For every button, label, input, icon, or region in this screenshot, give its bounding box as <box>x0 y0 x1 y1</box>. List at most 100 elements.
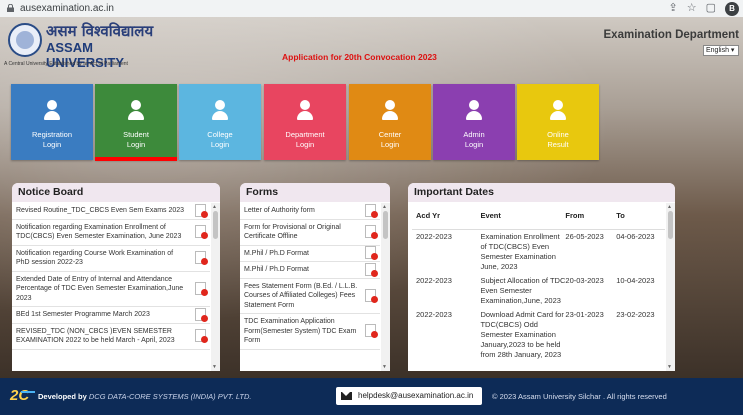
form-item[interactable]: Form for Provisional or Original Certifi… <box>240 220 380 246</box>
forms-panel: Forms Letter of Authority form Form for P… <box>240 183 390 371</box>
login-tile[interactable]: Center Login <box>349 84 431 160</box>
login-tile[interactable]: Student Login <box>95 84 177 160</box>
scroll-up-icon[interactable]: ▲ <box>382 204 387 210</box>
dates-cell: 2022-2023 <box>416 232 452 241</box>
login-tile[interactable]: Admin Login <box>433 84 515 160</box>
dates-cell: 23-02-2023 <box>616 310 655 319</box>
lock-icon <box>7 4 14 12</box>
user-icon <box>128 100 144 120</box>
login-tile[interactable]: Department Login <box>264 84 346 160</box>
university-emblem-icon <box>8 23 42 57</box>
user-icon <box>44 100 60 120</box>
dates-cell: 23-01-2023 <box>565 310 604 319</box>
user-icon <box>550 100 566 120</box>
profile-avatar[interactable]: B <box>725 1 739 16</box>
user-icon <box>297 100 313 120</box>
share-icon[interactable]: ⇪ <box>669 1 678 16</box>
pdf-icon[interactable] <box>365 203 378 218</box>
pdf-icon[interactable] <box>195 281 208 296</box>
browser-toolbar: ausexamination.ac.in ⇪ ☆ ▢ B <box>0 0 743 18</box>
envelope-icon <box>341 392 352 400</box>
star-icon[interactable]: ☆ <box>687 1 697 16</box>
copyright-text: © 2023 Assam University Silchar . All ri… <box>492 392 667 401</box>
scroll-down-icon[interactable]: ▼ <box>382 364 387 370</box>
department-title: Examination Department <box>603 29 739 41</box>
pdf-icon[interactable] <box>365 225 378 239</box>
login-tile[interactable]: College Login <box>179 84 261 160</box>
forms-title: Forms <box>240 183 390 202</box>
pdf-icon[interactable] <box>195 329 208 343</box>
university-logo[interactable]: असम विश्वविद्यालय ASSAM UNIVERSITY A Cen… <box>4 21 164 70</box>
pdf-icon[interactable] <box>365 288 378 303</box>
form-item[interactable]: Letter of Authority form <box>240 203 380 220</box>
dates-cell: 10-04-2023 <box>616 276 655 285</box>
dates-cell: Subject Allocation of TDC Even Semester … <box>480 276 566 305</box>
convocation-notice[interactable]: Application for 20th Convocation 2023 <box>282 52 437 62</box>
site-footer: 2C Developed by DCG DATA-CORE SYSTEMS (I… <box>0 378 743 415</box>
dates-cell: Examination Enrollment of TDC(CBCS) Even… <box>480 232 560 271</box>
pdf-icon[interactable] <box>365 262 378 277</box>
scroll-down-icon[interactable]: ▼ <box>667 364 672 370</box>
scroll-up-icon[interactable]: ▲ <box>212 204 217 210</box>
pdf-icon[interactable] <box>365 246 378 261</box>
form-item[interactable]: M.Phil / Ph.D Format <box>240 262 380 279</box>
developer-credit: Developed by DCG DATA-CORE SYSTEMS (INDI… <box>38 392 252 401</box>
dates-row: 2022-2023 Download Admit Card for TDC(CBC… <box>412 308 665 362</box>
pdf-icon[interactable] <box>195 251 208 265</box>
login-tile[interactable]: Online Result <box>517 84 599 160</box>
pdf-icon[interactable] <box>195 203 208 218</box>
pdf-icon[interactable] <box>365 324 378 339</box>
tile-label: Online Result <box>547 130 569 149</box>
sidebar-icon[interactable]: ▢ <box>706 1 716 16</box>
dates-cell: 2022-2023 <box>416 310 452 319</box>
notice-item[interactable]: REVISED_TDC (NON_CBCS )EVEN SEMESTER EXA… <box>12 324 210 350</box>
developer-link[interactable]: DCG DATA-CORE SYSTEMS (INDIA) PVT. LTD. <box>89 392 252 401</box>
dates-cell: 20-03-2023 <box>565 276 604 285</box>
notice-board-scrollbar[interactable]: ▲ ▼ <box>211 203 220 371</box>
forms-scrollbar[interactable]: ▲ ▼ <box>381 203 390 371</box>
university-tagline: A Central University Established by an A… <box>4 61 128 67</box>
user-icon <box>466 100 482 120</box>
chevron-down-icon: ▾ <box>730 47 735 54</box>
tile-label: College Login <box>207 130 233 149</box>
notice-board-title: Notice Board <box>12 183 220 202</box>
active-tile-indicator <box>95 157 177 161</box>
form-item[interactable]: Fees Statement Form (B.Ed. / L.L.B. Cour… <box>240 279 380 314</box>
notice-item[interactable]: Revised Routine_TDC_CBCS Even Sem Exams … <box>12 203 210 220</box>
notice-item[interactable]: Notification regarding Course Work Exami… <box>12 246 210 272</box>
dates-row: 2022-2023 Subject Allocation of TDC Even … <box>412 274 665 308</box>
notice-item[interactable]: Extended Date of Entry of Internal and A… <box>12 272 210 307</box>
dates-cell: 2022-2023 <box>416 276 452 285</box>
pdf-icon[interactable] <box>195 307 208 322</box>
tile-label: Student Login <box>123 130 149 149</box>
user-icon <box>212 100 228 120</box>
address-bar[interactable]: ausexamination.ac.in <box>20 3 114 14</box>
dates-cell: Download Admit Card for TDC(CBCS) Odd Se… <box>480 310 564 359</box>
user-icon <box>382 100 398 120</box>
dates-table: Acd Yr Event From To 2022-2023 Examinatio… <box>412 205 665 362</box>
notice-item[interactable]: BEd 1st Semester Programme March 2023 <box>12 307 210 324</box>
helpdesk-email-button[interactable]: helpdesk@ausexamination.ac.in <box>336 387 482 405</box>
important-dates-scrollbar[interactable]: ▲ ▼ <box>666 203 675 371</box>
login-tile[interactable]: Registration Login <box>11 84 93 160</box>
pdf-icon[interactable] <box>195 225 208 239</box>
tile-label: Registration Login <box>31 130 73 149</box>
important-dates-title: Important Dates <box>408 183 675 202</box>
dates-row: 2022-2023 Examination Enrollment of TDC(C… <box>412 230 665 274</box>
important-dates-panel: Important Dates Acd Yr Event From To 202… <box>408 183 675 371</box>
dates-table-header: Acd Yr Event From To <box>412 205 665 230</box>
tile-label: Admin Login <box>463 130 485 149</box>
scroll-down-icon[interactable]: ▼ <box>212 364 217 370</box>
tile-label: Department Login <box>285 130 325 149</box>
university-name-hindi: असम विश्वविद्यालय <box>46 22 154 40</box>
form-item[interactable]: M.Phil / Ph.D Format <box>240 246 380 262</box>
language-select[interactable]: English ▾ <box>703 45 739 56</box>
dates-cell: 26-05-2023 <box>565 232 604 241</box>
notice-board-panel: Notice Board Revised Routine_TDC_CBCS Ev… <box>12 183 220 371</box>
scroll-up-icon[interactable]: ▲ <box>667 204 672 210</box>
dates-cell: 04-06-2023 <box>616 232 655 241</box>
site-header: असम विश्वविद्यालय ASSAM UNIVERSITY A Cen… <box>0 17 743 72</box>
form-item[interactable]: TDC Examination Application Form(Semeste… <box>240 314 380 350</box>
developer-logo: 2C <box>10 387 35 405</box>
notice-item[interactable]: Notification regarding Examination Enrol… <box>12 220 210 246</box>
